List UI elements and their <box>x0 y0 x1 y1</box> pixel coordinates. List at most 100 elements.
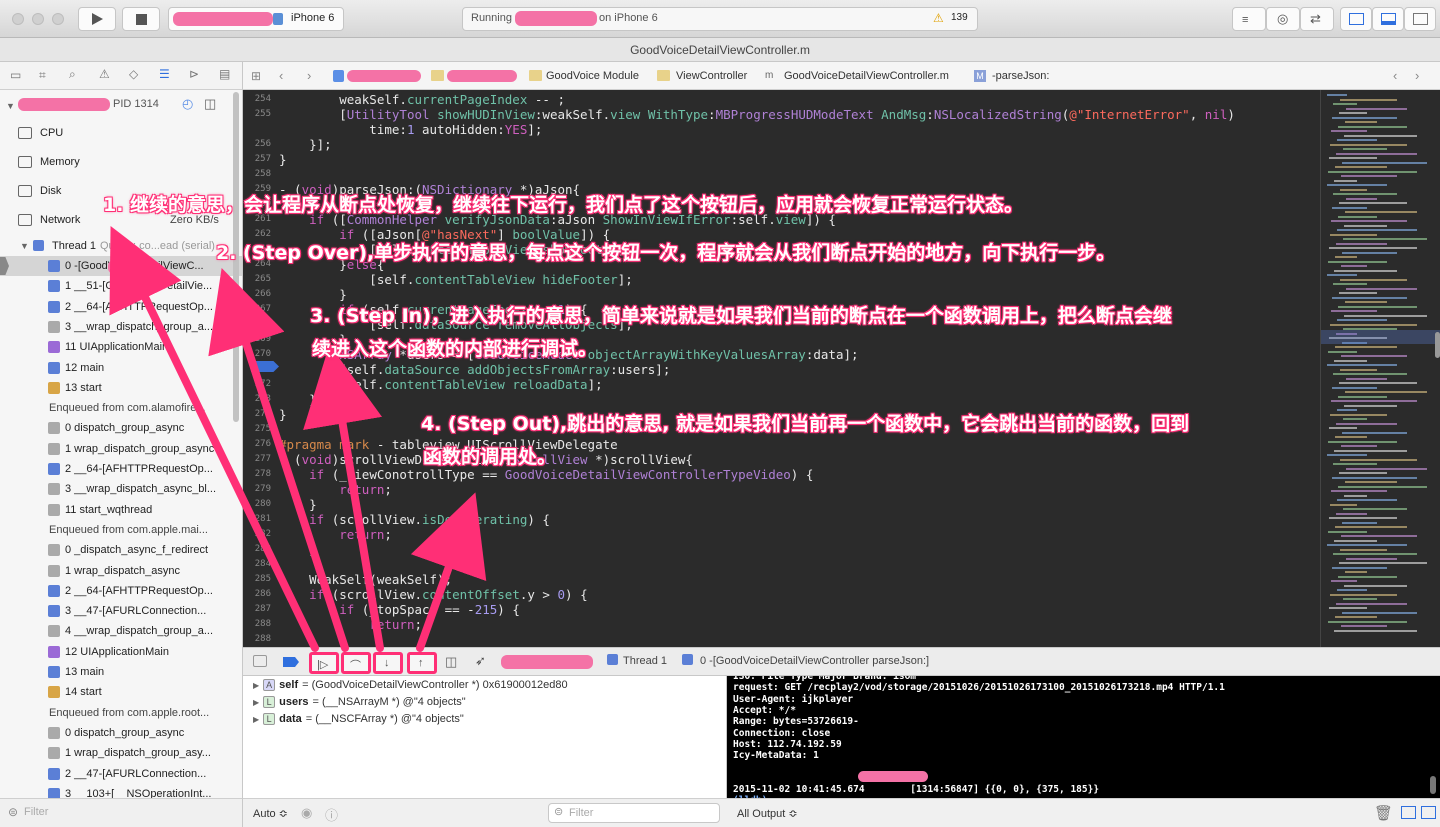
debug-frame[interactable]: 0 -[GoodVoiceDetailViewController parseJ… <box>700 655 929 667</box>
stack-frame[interactable]: 2 __64-[AFHTTPRequestOp... <box>0 581 242 601</box>
stack-frame[interactable]: 11 start_wqthread <box>0 500 242 520</box>
thread-row[interactable]: ▼ Thread 1 Queue: co...ead (serial) <box>0 236 242 256</box>
navigator-filter-input[interactable]: Filter <box>4 803 234 823</box>
info-icon[interactable]: ⓘ <box>325 805 338 824</box>
minimize-window-button[interactable] <box>32 13 44 25</box>
view-hierarchy-icon[interactable]: ◫ <box>445 654 457 670</box>
stack-frame[interactable]: 0 dispatch_group_async <box>0 723 242 743</box>
standard-editor-button[interactable]: ≡ <box>1232 7 1266 31</box>
breakpoints-toggle-icon[interactable] <box>283 657 299 667</box>
split-left-icon[interactable] <box>1401 806 1416 819</box>
frame-label: 2 __64-[AFHTTPRequestOp... <box>65 463 213 475</box>
view-options-icon[interactable]: ◫ <box>204 94 216 114</box>
variable-row[interactable]: ▶ Ldata = (__NSCFArray *) @"4 objects" <box>253 713 464 725</box>
previous-issue-icon[interactable]: ‹ <box>1393 62 1397 90</box>
redacted-scheme <box>173 12 273 26</box>
crumb-file[interactable]: GoodVoiceDetailViewController.m <box>784 62 949 90</box>
continue-button[interactable]: |▷ <box>309 652 339 674</box>
crumb-method[interactable]: -parseJson: <box>992 62 1049 90</box>
stack-frame[interactable]: 1 wrap_dispatch_group_asy... <box>0 743 242 763</box>
close-window-button[interactable] <box>12 13 24 25</box>
next-issue-icon[interactable]: › <box>1415 62 1419 90</box>
hide-debug-icon[interactable] <box>253 655 267 667</box>
gauge-row[interactable]: Memory <box>0 149 242 175</box>
stack-frame[interactable]: 3 __47-[AFURLConnection... <box>0 601 242 621</box>
editor-scrollbar[interactable] <box>1435 332 1440 358</box>
minimap[interactable] <box>1320 90 1440 647</box>
gauge-icon[interactable]: ◴ <box>182 94 193 114</box>
auto-scope-selector[interactable]: Auto ≎ <box>253 807 288 820</box>
queue-header[interactable]: Enqueued from com.apple.root... <box>0 703 242 723</box>
queue-header[interactable]: Enqueued from com.alamofire... <box>0 398 242 418</box>
issue-icon[interactable]: ⚠ <box>99 67 110 81</box>
variable-row[interactable]: ▶ Lusers = (__NSArrayM *) @"4 objects" <box>253 696 466 708</box>
quick-look-icon[interactable]: ◉ <box>301 805 312 821</box>
crumb-folder[interactable]: ViewController <box>676 62 747 90</box>
stack-frame[interactable]: 2 __47-[AFURLConnection... <box>0 764 242 784</box>
disclosure-icon[interactable]: ▶ <box>253 715 259 724</box>
console-output[interactable]: ISO: File Type Major Brand: isom request:… <box>727 676 1440 798</box>
location-icon[interactable]: ➶ <box>475 653 486 669</box>
warning-count[interactable]: 139 <box>951 12 968 23</box>
step-out-button[interactable]: ↑ <box>407 652 437 674</box>
related-items-icon[interactable]: ⊞ <box>251 62 261 90</box>
stack-frame[interactable]: 4 __wrap_dispatch_group_a... <box>0 621 242 641</box>
console-scrollbar[interactable] <box>1430 776 1436 794</box>
scheme-selector[interactable]: iPhone 6 <box>168 7 344 31</box>
process-row[interactable]: ▼ PID 1314 ◴ ◫ <box>0 94 242 114</box>
output-selector[interactable]: All Output ≎ <box>737 807 798 820</box>
stack-frame[interactable]: 13 start <box>0 378 242 398</box>
report-icon[interactable]: ▤ <box>219 67 230 81</box>
stack-frame[interactable]: 3 __wrap_dispatch_group_a... <box>0 317 242 337</box>
search-icon[interactable]: ⌕ <box>69 67 76 82</box>
split-right-icon[interactable] <box>1421 806 1436 819</box>
disclosure-icon[interactable]: ▶ <box>253 698 259 707</box>
disclosure-icon[interactable]: ▼ <box>6 96 15 114</box>
breakpoint-icon[interactable]: ⊳ <box>189 67 199 81</box>
stack-frame[interactable]: 12 main <box>0 358 242 378</box>
stack-frame[interactable]: 2 __64-[AFHTTPRequestOp... <box>0 297 242 317</box>
toggle-debug-area-button[interactable] <box>1372 7 1404 31</box>
version-editor-button[interactable]: ⇄ <box>1300 7 1334 31</box>
stack-frame[interactable]: 0 dispatch_group_async <box>0 418 242 438</box>
variable-row[interactable]: ▶ Aself = (GoodVoiceDetailViewController *… <box>253 679 568 691</box>
stack-frame[interactable]: 11 UIApplicationMain <box>0 337 242 357</box>
step-into-button[interactable]: ↓ <box>373 652 403 674</box>
symbol-icon[interactable]: ⌗ <box>39 68 46 83</box>
stack-frame[interactable]: 1 __51-[GoodVoiceDetailVie... <box>0 276 242 296</box>
step-over-button[interactable]: ⌒ <box>341 652 371 674</box>
stack-frame[interactable]: 1 wrap_dispatch_async <box>0 561 242 581</box>
forward-icon[interactable]: › <box>307 62 311 90</box>
minimap-line <box>1334 359 1367 362</box>
toggle-navigator-button[interactable] <box>1340 7 1372 31</box>
stack-frame[interactable]: 1 wrap_dispatch_group_async <box>0 439 242 459</box>
crumb-module[interactable]: GoodVoice Module <box>546 62 639 90</box>
back-icon[interactable]: ‹ <box>279 62 283 90</box>
run-button[interactable] <box>78 7 116 31</box>
stack-frame[interactable]: 3 __103+[__NSOperationInt... <box>0 784 242 798</box>
variables-filter-input[interactable]: Filter <box>548 803 720 823</box>
frame-icon <box>48 645 60 658</box>
trash-icon[interactable]: 🗑 <box>1374 804 1393 822</box>
stack-frame[interactable]: 12 UIApplicationMain <box>0 642 242 662</box>
test-icon[interactable]: ◇ <box>129 67 138 81</box>
stack-frame[interactable]: 2 __64-[AFHTTPRequestOp... <box>0 459 242 479</box>
stack-frame[interactable]: 3 __wrap_dispatch_async_bl... <box>0 479 242 499</box>
stop-button[interactable] <box>122 7 160 31</box>
assistant-editor-button[interactable]: ◎ <box>1266 7 1300 31</box>
stack-frame[interactable]: 0 _dispatch_async_f_redirect <box>0 540 242 560</box>
gauge-row[interactable]: CPU <box>0 120 242 146</box>
warning-icon[interactable]: ⚠ <box>933 11 944 25</box>
breakpoint-marker[interactable] <box>251 361 279 372</box>
stack-frame[interactable]: 14 start <box>0 682 242 702</box>
source-editor[interactable]: 254 255 256 257 258 259 260 261 262 263 264 265 266 2… <box>243 90 1320 647</box>
thread-disclosure-icon[interactable]: ▼ <box>20 236 29 256</box>
zoom-window-button[interactable] <box>52 13 64 25</box>
debug-navigator-icon[interactable]: ☰ <box>159 67 170 81</box>
toggle-utilities-button[interactable] <box>1404 7 1436 31</box>
queue-header[interactable]: Enqueued from com.apple.mai... <box>0 520 242 540</box>
folder-icon[interactable]: ▭ <box>10 68 21 82</box>
stack-frame[interactable]: 13 main <box>0 662 242 682</box>
debug-thread[interactable]: Thread 1 <box>623 655 667 667</box>
disclosure-icon[interactable]: ▶ <box>253 681 259 690</box>
